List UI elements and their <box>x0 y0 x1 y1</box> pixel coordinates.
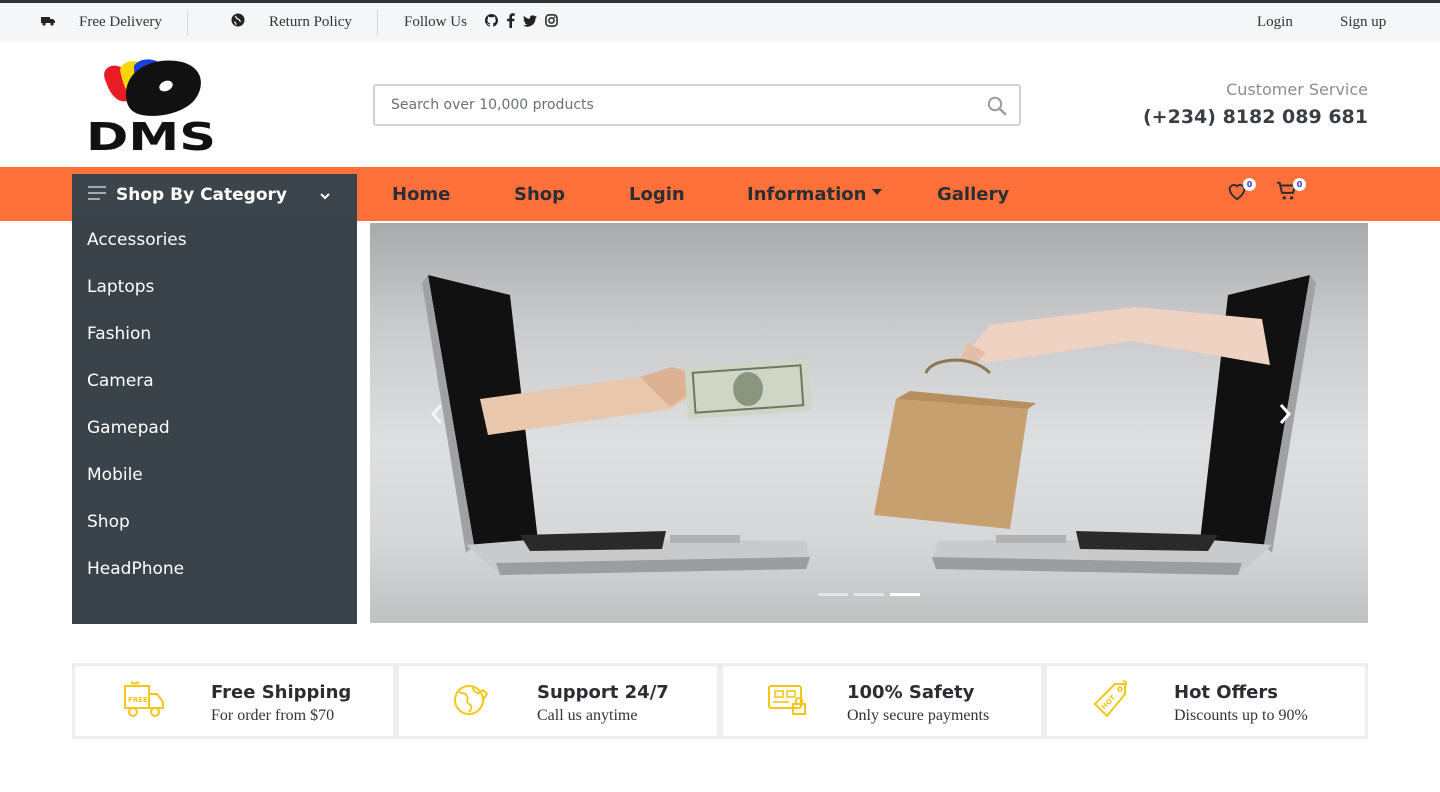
feature-title: Support 24/7 <box>537 682 669 703</box>
feature-safety: 100% Safety Only secure payments <box>720 663 1044 739</box>
twitter-icon[interactable] <box>522 14 537 31</box>
search-input[interactable] <box>375 86 955 124</box>
secure-card-icon <box>767 680 807 723</box>
github-icon[interactable] <box>484 13 498 31</box>
customer-service: Customer Service (+234) 8182 089 681 <box>1143 80 1368 128</box>
category-item-camera[interactable]: Camera <box>72 357 357 404</box>
return-policy-label: Return Policy <box>269 14 352 30</box>
follow-us: Follow Us <box>404 3 558 42</box>
left-laptop-illustration <box>422 275 810 575</box>
cart-icon <box>1276 181 1298 206</box>
shop-by-category-toggle[interactable]: Shop By Category <box>72 174 357 216</box>
hero-slide-image <box>422 275 1316 575</box>
signup-link[interactable]: Sign up <box>1340 3 1386 42</box>
nav-information-dropdown[interactable]: Information <box>747 167 883 221</box>
carousel-next-button[interactable] <box>1278 403 1308 443</box>
hamburger-icon <box>88 185 106 205</box>
feature-title: Hot Offers <box>1174 682 1278 703</box>
search-icon[interactable] <box>987 96 1007 121</box>
caret-down-icon <box>872 189 883 195</box>
feature-subtitle: Discounts up to 90% <box>1174 707 1308 724</box>
category-item-accessories[interactable]: Accessories <box>72 216 357 263</box>
hand-with-money-illustration <box>480 358 812 435</box>
social-links <box>484 13 558 32</box>
shop-by-category-label: Shop By Category <box>116 185 287 205</box>
wishlist-button[interactable]: 0 <box>1226 178 1256 207</box>
dms-logo[interactable]: DMS <box>86 58 218 159</box>
carousel-prev-button[interactable] <box>430 403 460 443</box>
nav-gallery[interactable]: Gallery <box>937 167 1009 221</box>
feature-subtitle: For order from $70 <box>211 707 335 724</box>
search-box <box>373 84 1021 126</box>
nav-login[interactable]: Login <box>629 167 685 221</box>
carousel-indicator-2[interactable] <box>854 593 884 596</box>
feature-title: Free Shipping <box>211 682 352 703</box>
feature-subtitle: Only secure payments <box>847 707 990 724</box>
free-delivery-label: Free Delivery <box>79 14 162 30</box>
carousel-indicator-3[interactable] <box>890 593 920 596</box>
globe-support-icon <box>451 680 491 725</box>
feature-support: Support 24/7 Call us anytime <box>396 663 720 739</box>
hero-carousel <box>370 223 1368 623</box>
chevron-down-icon <box>319 186 331 206</box>
feature-subtitle: Call us anytime <box>537 707 638 724</box>
return-policy-link[interactable]: Return Policy <box>231 3 352 42</box>
delivery-truck-icon: FREE <box>119 680 167 729</box>
heart-icon <box>1226 184 1248 206</box>
carousel-indicator-1[interactable] <box>818 593 848 596</box>
category-sidebar: Accessories Laptops Fashion Camera Gamep… <box>72 216 357 624</box>
feature-strip: FREE Free Shipping For order from $70 Su… <box>72 663 1368 739</box>
wishlist-count-badge: 0 <box>1243 178 1256 191</box>
feature-hot-offers: HOT Hot Offers Discounts up to 90% <box>1044 663 1368 739</box>
top-bar: Free Delivery Return Policy Follow Us Lo… <box>0 0 1440 42</box>
customer-service-label: Customer Service <box>1226 80 1368 99</box>
truck-icon <box>41 14 55 31</box>
category-item-gamepad[interactable]: Gamepad <box>72 404 357 451</box>
free-delivery-link[interactable]: Free Delivery <box>41 3 162 42</box>
nav-information-label: Information <box>747 183 867 205</box>
category-item-laptops[interactable]: Laptops <box>72 263 357 310</box>
category-item-headphone[interactable]: HeadPhone <box>72 545 357 592</box>
hot-tag-icon: HOT <box>1093 680 1129 725</box>
follow-us-label: Follow Us <box>404 14 467 30</box>
nav-home[interactable]: Home <box>392 167 450 221</box>
divider <box>187 10 188 36</box>
svg-text:FREE: FREE <box>128 696 148 704</box>
category-item-mobile[interactable]: Mobile <box>72 451 357 498</box>
feature-title: 100% Safety <box>847 682 975 703</box>
facebook-icon[interactable] <box>506 13 515 32</box>
feature-free-shipping: FREE Free Shipping For order from $70 <box>72 663 396 739</box>
cart-count-badge: 0 <box>1293 178 1306 191</box>
carousel-indicators <box>818 593 920 596</box>
category-item-shop[interactable]: Shop <box>72 498 357 545</box>
divider <box>377 10 378 36</box>
category-item-fashion[interactable]: Fashion <box>72 310 357 357</box>
login-link[interactable]: Login <box>1257 3 1293 42</box>
globe-icon <box>231 13 245 32</box>
nav-shop[interactable]: Shop <box>514 167 565 221</box>
cart-button[interactable]: 0 <box>1276 178 1306 207</box>
customer-service-phone[interactable]: (+234) 8182 089 681 <box>1143 106 1368 128</box>
instagram-icon[interactable] <box>545 14 558 31</box>
logo-wordmark: DMS <box>86 115 216 154</box>
